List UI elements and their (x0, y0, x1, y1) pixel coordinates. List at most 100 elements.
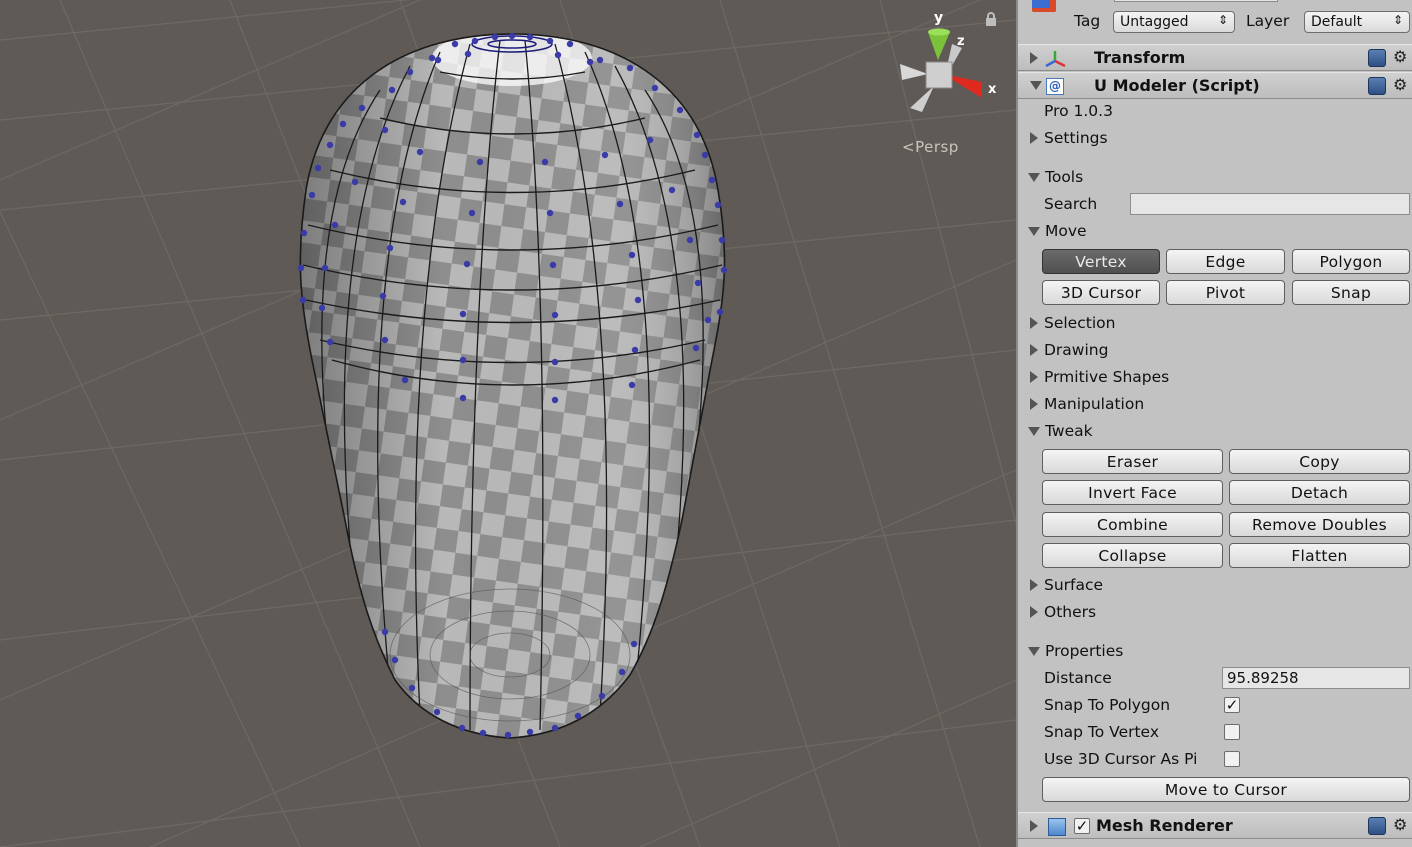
gizmo-x-label: x (988, 82, 997, 97)
collapse-arrow-icon (1028, 172, 1040, 182)
surface-label: Surface (1044, 576, 1104, 594)
manipulation-foldout[interactable]: Manipulation (1030, 392, 1144, 416)
persp-arrow-icon: < (902, 138, 916, 156)
snap-to-polygon-label: Snap To Polygon (1044, 696, 1171, 714)
surface-foldout[interactable]: Surface (1030, 573, 1103, 597)
settings-foldout[interactable]: Settings (1030, 126, 1108, 150)
tag-label: Tag (1074, 12, 1101, 30)
drawing-foldout[interactable]: Drawing (1030, 338, 1108, 362)
primitive-shapes-label: Prmitive Shapes (1044, 368, 1170, 386)
search-input[interactable] (1130, 193, 1410, 215)
expand-arrow-icon (1030, 132, 1038, 144)
help-book-icon[interactable] (1368, 77, 1386, 95)
gear-icon[interactable]: ⚙ (1393, 815, 1407, 834)
eraser-button[interactable]: Eraser (1042, 449, 1223, 474)
remove-doubles-button[interactable]: Remove Doubles (1229, 512, 1410, 537)
scene-view[interactable]: y z x <Persp (0, 0, 1016, 847)
drawing-label: Drawing (1044, 341, 1109, 359)
layer-label: Layer (1246, 12, 1290, 30)
help-book-icon[interactable] (1368, 49, 1386, 67)
version-label: Pro 1.0.3 (1044, 102, 1113, 120)
search-label: Search (1044, 195, 1098, 213)
expand-arrow-icon (1030, 371, 1038, 383)
layer-dropdown[interactable]: Default ⇕ (1304, 11, 1410, 33)
mesh-renderer-title: Mesh Renderer (1096, 816, 1233, 835)
manipulation-label: Manipulation (1044, 395, 1145, 413)
expand-arrow-icon (1030, 317, 1038, 329)
expand-arrow-icon (1030, 344, 1038, 356)
others-foldout[interactable]: Others (1030, 600, 1096, 624)
mesh-renderer-enabled-checkbox[interactable]: ✓ (1074, 818, 1090, 834)
distance-label: Distance (1044, 669, 1112, 687)
mesh-renderer-component-header[interactable]: ✓ Mesh Renderer ⚙ (1018, 812, 1412, 839)
lock-icon[interactable] (985, 12, 997, 26)
copy-button[interactable]: Copy (1229, 449, 1410, 474)
settings-label: Settings (1044, 129, 1108, 147)
tag-dropdown[interactable]: Untagged ⇕ (1113, 11, 1235, 33)
snap-to-vertex-checkbox[interactable] (1224, 724, 1240, 740)
tweak-label: Tweak (1045, 422, 1093, 440)
object-header: Tag Untagged ⇕ Layer Default ⇕ (1018, 0, 1412, 42)
expand-arrow-icon (1030, 606, 1038, 618)
collapse-arrow-icon (1028, 646, 1040, 656)
umodeler-title: U Modeler (Script) (1094, 76, 1260, 95)
gear-icon[interactable]: ⚙ (1393, 47, 1407, 66)
detach-button[interactable]: Detach (1229, 480, 1410, 505)
dropdown-arrows-icon: ⇕ (1217, 13, 1228, 27)
orientation-gizmo[interactable]: y z x (900, 10, 997, 112)
persp-label-text: Persp (915, 138, 959, 156)
transform-icon (1045, 51, 1066, 68)
combine-button[interactable]: Combine (1042, 512, 1223, 537)
expand-arrow-icon[interactable] (1030, 819, 1038, 832)
mesh-renderer-icon (1048, 818, 1066, 836)
umodeler-component-header[interactable]: @ U Modeler (Script) ⚙ (1018, 72, 1412, 99)
invert-face-button[interactable]: Invert Face (1042, 480, 1223, 505)
tools-foldout[interactable]: Tools (1028, 165, 1083, 189)
layer-value: Default (1311, 14, 1363, 30)
collapse-arrow-icon (1028, 426, 1040, 436)
snap-to-vertex-label: Snap To Vertex (1044, 723, 1159, 741)
collapse-button[interactable]: Collapse (1042, 543, 1223, 568)
expand-arrow-icon (1030, 398, 1038, 410)
mesh-object[interactable] (290, 30, 730, 750)
3d-cursor-button[interactable]: 3D Cursor (1042, 280, 1160, 305)
gizmo-y-label: y (934, 10, 943, 26)
use-3d-cursor-label: Use 3D Cursor As Pi (1044, 750, 1198, 768)
transform-title: Transform (1094, 48, 1186, 67)
primitive-shapes-foldout[interactable]: Prmitive Shapes (1030, 365, 1169, 389)
script-icon: @ (1046, 78, 1064, 95)
dropdown-arrows-icon: ⇕ (1392, 13, 1403, 27)
tag-value: Untagged (1120, 14, 1189, 30)
use-3d-cursor-checkbox[interactable] (1224, 751, 1240, 767)
help-book-icon[interactable] (1368, 817, 1386, 835)
move-label: Move (1045, 222, 1087, 240)
properties-foldout[interactable]: Properties (1028, 639, 1123, 663)
snap-button[interactable]: Snap (1292, 280, 1410, 305)
tweak-foldout[interactable]: Tweak (1028, 419, 1093, 443)
cube-icon (1032, 0, 1056, 12)
transform-component-header[interactable]: Transform ⚙ (1018, 44, 1412, 71)
selection-label: Selection (1044, 314, 1116, 332)
move-foldout[interactable]: Move (1028, 219, 1087, 243)
gizmo-z-label: z (957, 34, 965, 49)
move-to-cursor-button[interactable]: Move to Cursor (1042, 777, 1410, 802)
tools-label: Tools (1045, 168, 1084, 186)
edge-mode-button[interactable]: Edge (1166, 249, 1285, 274)
snap-to-polygon-checkbox[interactable]: ✓ (1224, 697, 1240, 713)
distance-field[interactable]: 95.89258 (1222, 667, 1410, 689)
scene-canvas[interactable]: y z x (0, 0, 1016, 847)
properties-label: Properties (1045, 642, 1124, 660)
polygon-mode-button[interactable]: Polygon (1292, 249, 1410, 274)
name-field-remnant[interactable] (1114, 0, 1278, 2)
selection-foldout[interactable]: Selection (1030, 311, 1115, 335)
expand-arrow-icon[interactable] (1030, 51, 1038, 64)
collapse-arrow-icon[interactable] (1030, 81, 1042, 90)
vertex-mode-button[interactable]: Vertex (1042, 249, 1160, 274)
inspector-panel: Tag Untagged ⇕ Layer Default ⇕ Transform ⚙… (1016, 0, 1412, 847)
collapse-arrow-icon (1028, 226, 1040, 236)
camera-projection-label[interactable]: <Persp (902, 138, 959, 156)
pivot-button[interactable]: Pivot (1166, 280, 1285, 305)
gear-icon[interactable]: ⚙ (1393, 75, 1407, 94)
flatten-button[interactable]: Flatten (1229, 543, 1410, 568)
expand-arrow-icon (1030, 579, 1038, 591)
